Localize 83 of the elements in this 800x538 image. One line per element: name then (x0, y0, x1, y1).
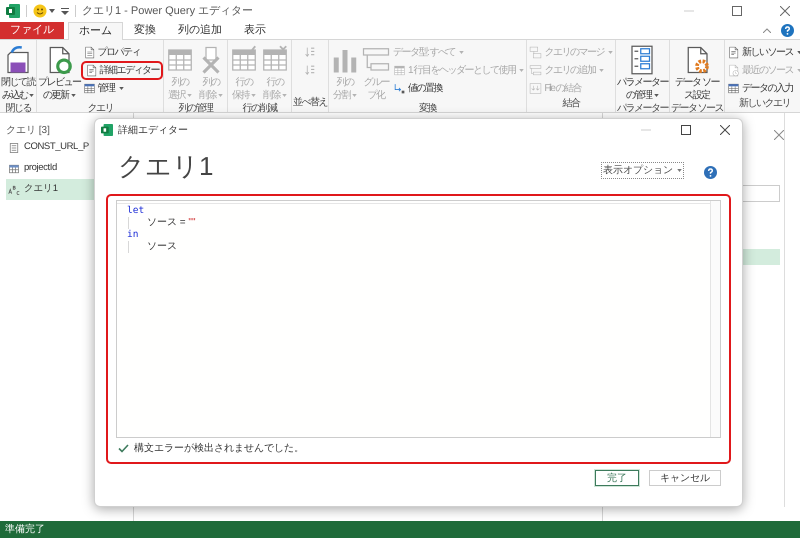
spreadsheet-logo-icon (101, 124, 113, 136)
display-options-dropdown[interactable]: 表示オプション (601, 162, 684, 179)
code-line: in (127, 229, 140, 241)
done-button[interactable]: 完了 (595, 470, 639, 486)
caret-icon (187, 94, 192, 97)
merge-icon (529, 46, 542, 59)
group-label: 列の管理 (178, 102, 212, 116)
code-editor[interactable]: let ソース = "" in ソース (116, 200, 721, 438)
ribbon-button[interactable]: パラメーター の管理 (616, 44, 668, 102)
queries-header: クエリ [3] (6, 124, 50, 137)
replace-icon (393, 82, 406, 95)
code-line: let (127, 205, 146, 217)
maximize-icon[interactable] (732, 6, 742, 16)
check-icon (118, 444, 129, 453)
customize-toolbar-icon[interactable] (61, 7, 69, 15)
ribbon-tab[interactable]: ホーム (68, 22, 123, 40)
ribbon-button[interactable]: データ ソー ス設定 (675, 44, 719, 102)
caret-icon (118, 87, 124, 90)
caret-icon (459, 51, 464, 54)
file-tab[interactable]: ファイル (0, 22, 64, 39)
caret-icon (608, 51, 613, 54)
table-icon (393, 64, 406, 77)
caret-icon (352, 94, 357, 97)
combine-icon (529, 82, 542, 95)
ribbon-tab[interactable]: 表示 (233, 22, 277, 39)
ribbon-button[interactable]: プロパティ (82, 44, 162, 61)
group-label: 結合 (562, 97, 580, 111)
caret-icon (282, 94, 287, 97)
caret-icon (251, 94, 256, 97)
table-icon (82, 82, 96, 95)
ribbon-button[interactable]: 閉じて読 み込む (1, 44, 35, 102)
ribbon-tab[interactable]: 列の追加 (167, 22, 233, 39)
table-document-icon (82, 46, 96, 59)
caret-icon (218, 94, 223, 97)
caret-icon (677, 169, 682, 172)
caret-icon (70, 94, 76, 97)
query-heading: クエリ1 (118, 151, 214, 181)
caret-icon (654, 94, 659, 97)
group-label: クエリ (87, 102, 113, 116)
document-icon (727, 46, 740, 59)
code-line: ソース (147, 241, 178, 253)
document-clock-icon (727, 64, 740, 77)
caret-icon (519, 69, 524, 72)
caret-icon (29, 94, 34, 97)
scrollbar[interactable] (710, 201, 720, 437)
parameter-icon (8, 142, 20, 154)
ribbon-button[interactable]: 詳細エディター (82, 62, 162, 79)
cancel-button[interactable]: キャンセル (649, 470, 721, 486)
group-label: パラメーター (616, 102, 668, 116)
caret-icon (599, 69, 604, 72)
group-label: 閉じる (5, 102, 31, 116)
table-icon (8, 162, 20, 174)
group-label: 並べ替え (293, 96, 327, 110)
group-label: 変換 (419, 102, 436, 116)
maximize-icon[interactable] (681, 125, 691, 135)
text-type-icon (8, 184, 20, 196)
close-icon[interactable] (780, 6, 790, 16)
ribbon-tab[interactable]: 変換 (123, 22, 167, 39)
window-title: クエリ1 - Power Query エディター (82, 4, 254, 19)
group-label: データ ソース (670, 102, 724, 116)
group-label: 行の削減 (242, 102, 276, 116)
hierarchy-icon (529, 64, 542, 77)
table-icon (727, 82, 740, 95)
ribbon-button[interactable]: 管理 (82, 80, 162, 97)
help-icon[interactable] (704, 166, 717, 179)
status-text: 準備完了 (5, 522, 45, 537)
syntax-status-message: 構文エラーが検出されませんでした。 (134, 442, 304, 456)
caret-icon[interactable] (49, 9, 55, 13)
smiley-icon[interactable] (33, 4, 47, 18)
spreadsheet-logo-icon (6, 4, 20, 18)
dialog-title: 詳細エディター (118, 124, 188, 138)
collapse-ribbon-icon[interactable] (763, 28, 771, 33)
sort-icon (304, 46, 316, 59)
ribbon-button[interactable]: 値の置換 (392, 80, 526, 97)
sort-icon (304, 64, 316, 77)
ribbon-button[interactable]: 新しいソース (726, 44, 800, 61)
help-icon[interactable] (781, 24, 794, 37)
close-icon[interactable] (720, 125, 730, 135)
document-icon (84, 64, 98, 77)
group-label: 新しいクエリ (739, 97, 790, 111)
code-line: ソース = "" (147, 217, 197, 229)
ribbon-button[interactable]: プレビュー の更新 (38, 44, 80, 102)
ribbon-button[interactable]: データの入力 (726, 80, 800, 97)
